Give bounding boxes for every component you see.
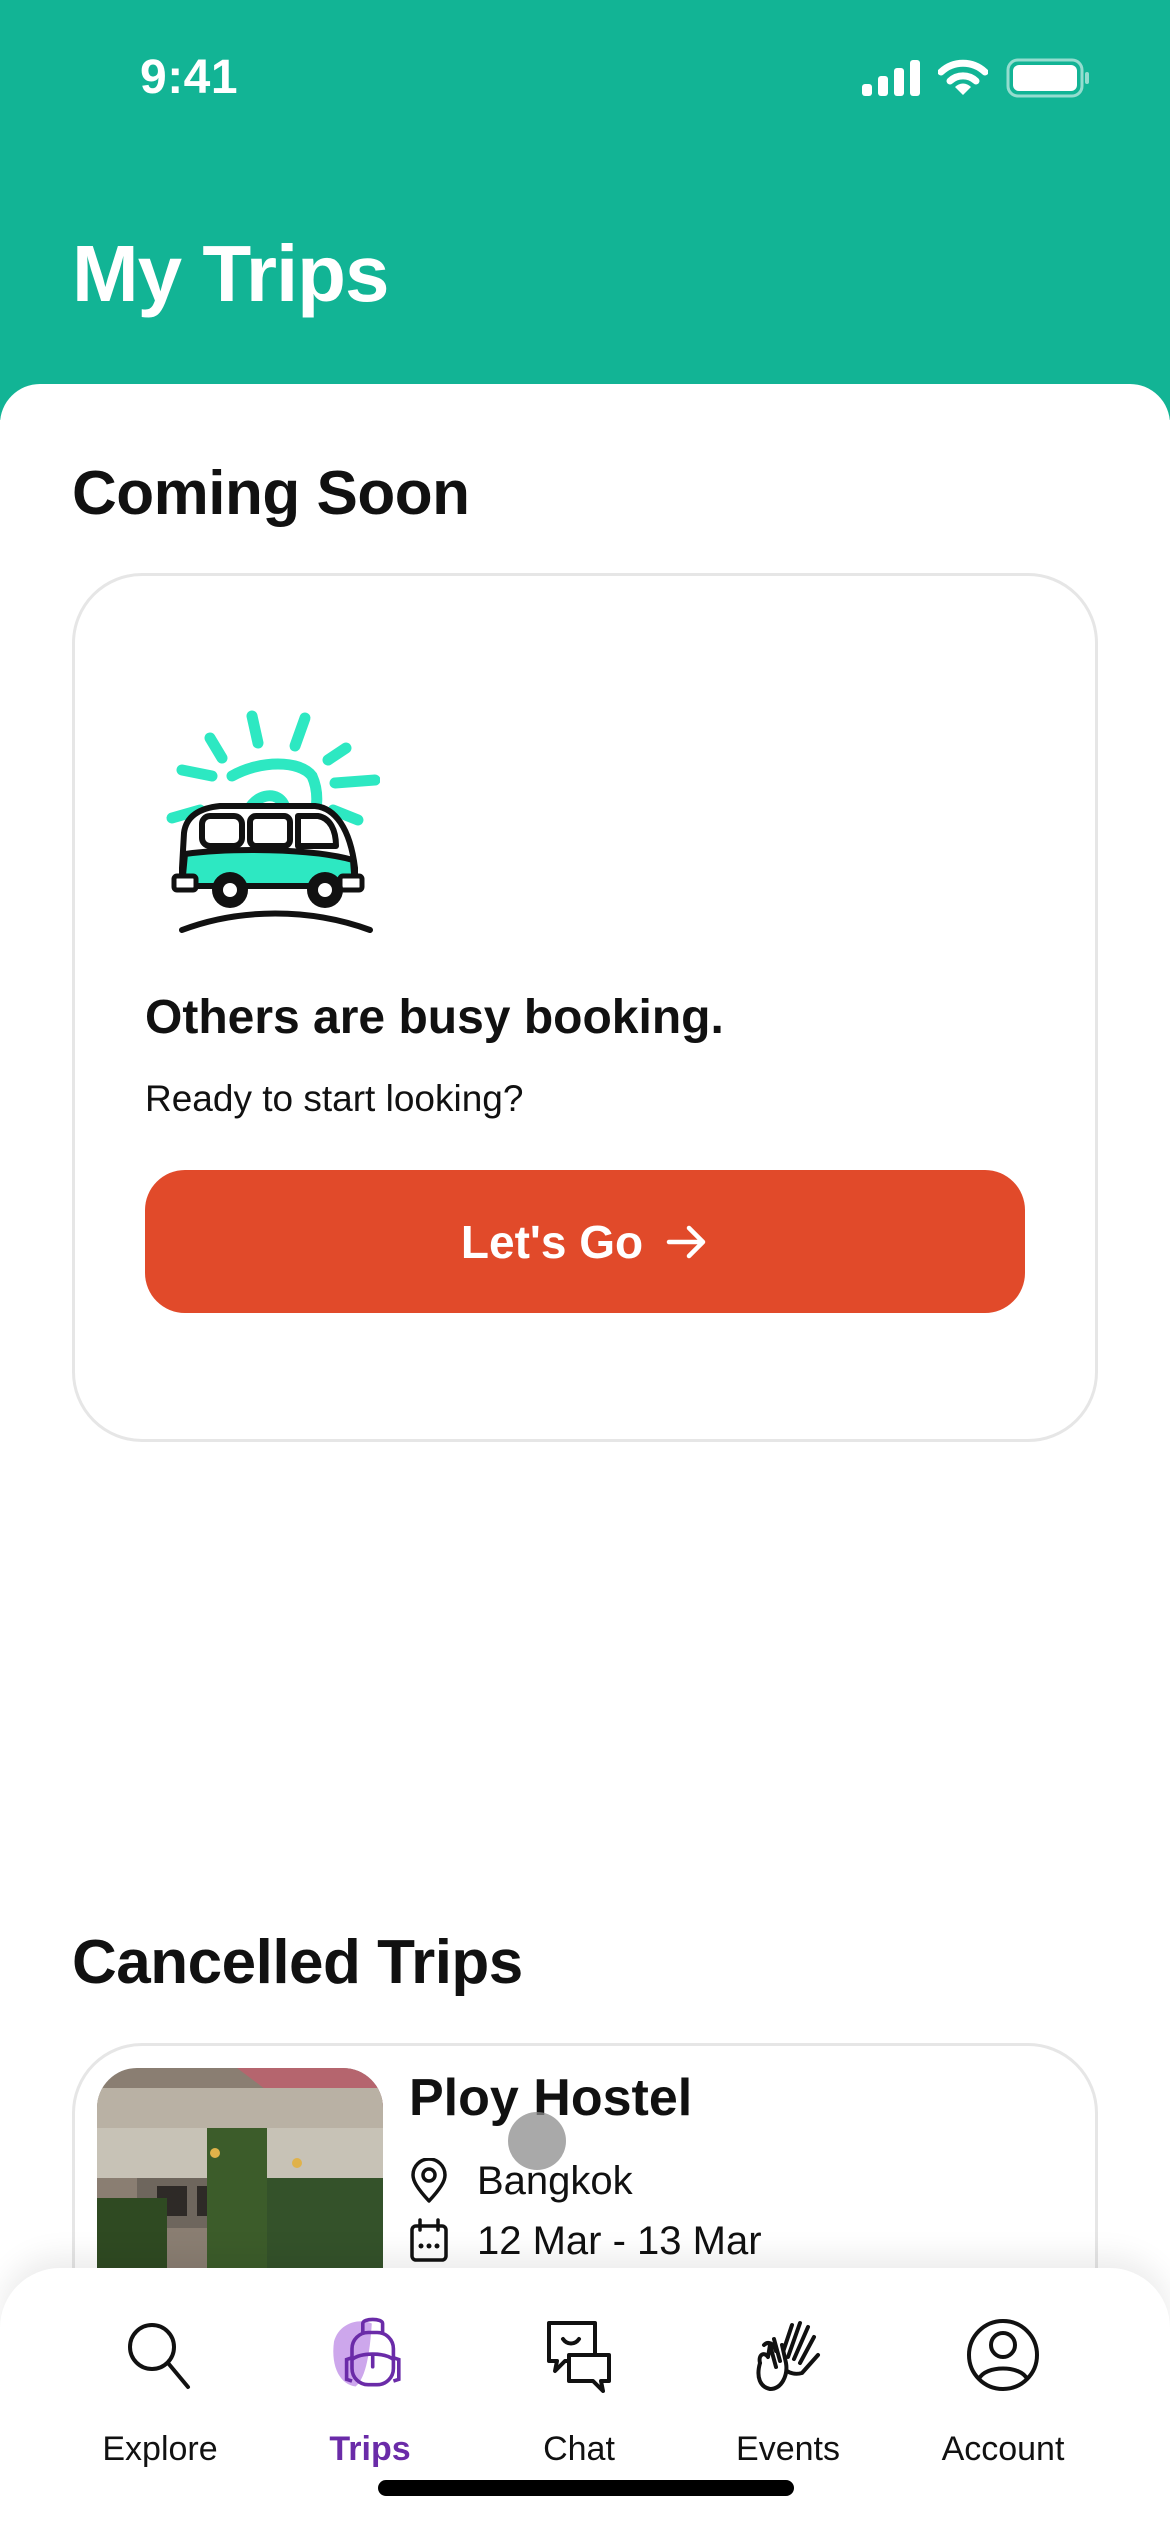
tab-trips[interactable]: Trips — [270, 2310, 470, 2469]
van-sun-illustration — [166, 710, 380, 933]
home-indicator[interactable] — [378, 2480, 794, 2496]
lets-go-button[interactable]: Let's Go — [145, 1170, 1025, 1313]
user-circle-icon — [967, 2319, 1039, 2391]
calendar-icon — [410, 2218, 448, 2262]
tab-label: Explore — [102, 2430, 218, 2468]
touch-indicator — [508, 2112, 566, 2170]
tab-label: Events — [736, 2430, 840, 2468]
backpack-icon — [333, 2317, 401, 2387]
trip-location: Bangkok — [477, 2158, 633, 2203]
search-icon — [128, 2323, 190, 2389]
chat-bubbles-icon — [547, 2321, 611, 2393]
tab-account[interactable]: Account — [903, 2310, 1103, 2469]
trip-dates-row: 12 Mar - 13 Mar — [409, 2218, 762, 2264]
cellular-signal-icon — [862, 60, 920, 96]
status-time: 9:41 — [140, 51, 239, 104]
page-title: My Trips — [72, 229, 390, 318]
waving-hands-icon — [756, 2321, 820, 2391]
promo-subtext: Ready to start looking? — [145, 1078, 524, 1119]
tab-explore[interactable]: Explore — [60, 2310, 260, 2469]
tab-label: Chat — [543, 2430, 615, 2468]
tab-label: Trips — [329, 2430, 411, 2468]
tab-chat[interactable]: Chat — [479, 2310, 679, 2469]
lets-go-label: Let's Go — [460, 1215, 644, 1268]
cancelled-trips-title: Cancelled Trips — [72, 1928, 523, 1997]
tab-label: Account — [941, 2430, 1065, 2468]
coming-soon-title: Coming Soon — [72, 459, 470, 528]
arrow-right-icon — [666, 1225, 706, 1258]
status-icons — [862, 58, 1090, 98]
battery-icon — [1006, 58, 1089, 98]
location-pin-icon — [411, 2158, 447, 2203]
promo-headline: Others are busy booking. — [145, 991, 724, 1044]
tab-events[interactable]: Events — [688, 2310, 888, 2469]
trip-dates: 12 Mar - 13 Mar — [477, 2218, 762, 2263]
header: 9:41 My Trips — [0, 0, 1170, 420]
wifi-icon — [938, 59, 988, 95]
